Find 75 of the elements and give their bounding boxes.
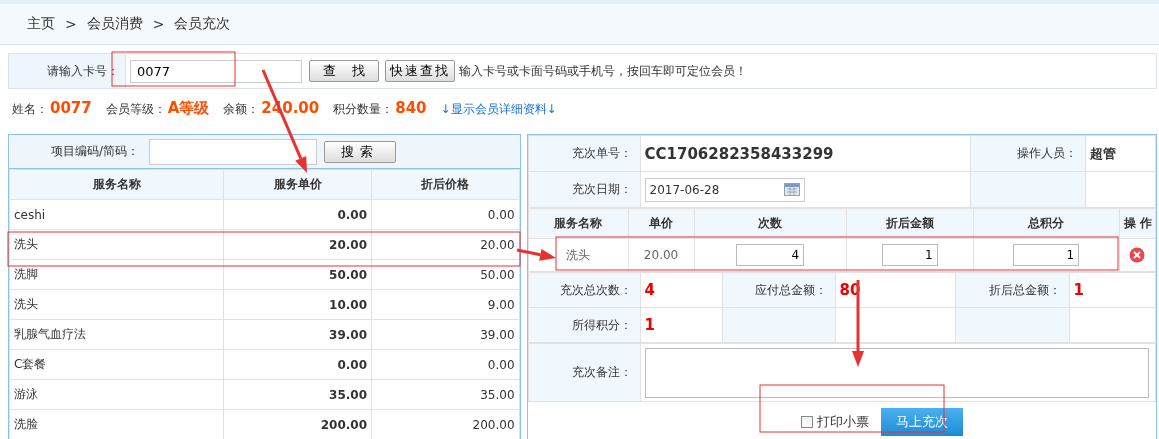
operator-name: 超管 [1085, 135, 1156, 172]
column-header: 服务名称 [528, 208, 629, 239]
table-cell: 游泳 [9, 379, 224, 410]
calendar-icon[interactable] [783, 183, 800, 196]
table-cell: 乳腺气血疗法 [9, 319, 224, 350]
order-number: CC1706282358433299 [640, 135, 971, 172]
table-cell: ceshi [9, 199, 224, 230]
breadcrumb-item[interactable]: > [152, 16, 165, 32]
column-header: 服务名称 [9, 169, 224, 200]
breadcrumb-item[interactable]: 会员充次 [174, 15, 231, 33]
field-label: 充次总次数： [528, 272, 641, 308]
remark-field[interactable] [644, 347, 1149, 398]
table-cell: 洗脸 [9, 409, 224, 439]
info-value: 840 [395, 99, 427, 117]
total-value: 1 [640, 307, 723, 343]
table-cell: 洗头 [9, 229, 224, 260]
hint-text: 输入卡号或卡面号码或手机号，按回车即可定位会员！ [459, 62, 747, 80]
table-cell: 9.00 [371, 289, 520, 320]
table-cell: 洗头 [9, 289, 224, 320]
print-checkbox[interactable] [800, 416, 813, 428]
table-cell: 洗脚 [9, 259, 224, 290]
annotation-arrow [516, 248, 556, 261]
breadcrumb-item[interactable]: > [65, 16, 77, 32]
breadcrumb-item[interactable]: 主页 [27, 15, 55, 33]
field-label: 请输入卡号： [9, 54, 126, 88]
table-cell: 0.00 [371, 349, 520, 380]
table-cell: 39.00 [223, 319, 372, 350]
table-cell: 20.00 [628, 238, 695, 272]
info-value: 0077 [50, 99, 92, 117]
total-value: 1 [1069, 272, 1156, 308]
delete-icon[interactable] [1129, 247, 1146, 263]
card-number-field[interactable]: 0077 [130, 59, 302, 83]
column-header: 折后价格 [371, 169, 520, 200]
field-label: 折后总金额： [955, 272, 1070, 308]
table-cell: C套餐 [9, 349, 224, 380]
column-header: 单价 [628, 208, 695, 239]
table-cell: 39.00 [371, 319, 520, 350]
field-label: 项目编码/简码： [49, 143, 140, 160]
field-label: 充次单号： [528, 135, 641, 172]
quick-find-button[interactable]: 快速查找 [385, 60, 455, 82]
find-button[interactable]: 查 找 [309, 60, 379, 82]
total-value: 4 [640, 272, 723, 308]
details-link[interactable]: ↓显示会员详细资料↓ [440, 101, 557, 118]
info-label: 积分数量： [333, 102, 394, 116]
table-cell: 50.00 [223, 259, 372, 290]
table-cell: 0.00 [223, 349, 372, 380]
table-cell: 35.00 [371, 379, 520, 410]
table-cell: 20.00 [371, 229, 520, 260]
discount-amount-field[interactable]: 1 [881, 244, 938, 266]
table-cell: 0.00 [223, 199, 372, 230]
search-button[interactable]: 搜索 [324, 140, 396, 163]
table-cell: 35.00 [223, 379, 372, 410]
checkbox-label: 打印小票 [816, 413, 869, 431]
column-header: 次数 [694, 208, 847, 239]
column-header: 总积分 [973, 208, 1120, 239]
column-header: 服务单价 [223, 169, 372, 200]
column-header: 折后金额 [846, 208, 974, 239]
breadcrumb-item[interactable]: 会员消费 [86, 15, 143, 33]
date-field[interactable]: 2017-06-28 [644, 177, 805, 202]
field-label: 应付总金额： [722, 272, 836, 308]
field-label: 所得积分： [528, 307, 641, 343]
table-cell: 0.00 [371, 199, 520, 230]
table-cell: 20.00 [223, 229, 372, 260]
field-label: 操作人员： [970, 135, 1086, 172]
column-header: 操 作 [1119, 208, 1156, 239]
info-label: 余额： [223, 102, 260, 116]
info-value: A等级 [167, 99, 210, 117]
points-field[interactable]: 1 [1013, 244, 1080, 266]
info-label: 会员等级： [105, 102, 166, 116]
item-code-field[interactable] [149, 138, 317, 165]
count-field[interactable]: 4 [736, 244, 805, 266]
table-cell: 10.00 [223, 289, 372, 320]
field-label: 充次日期： [528, 171, 641, 208]
info-label: 姓名： [12, 102, 48, 116]
field-label: 充次备注： [528, 343, 641, 402]
